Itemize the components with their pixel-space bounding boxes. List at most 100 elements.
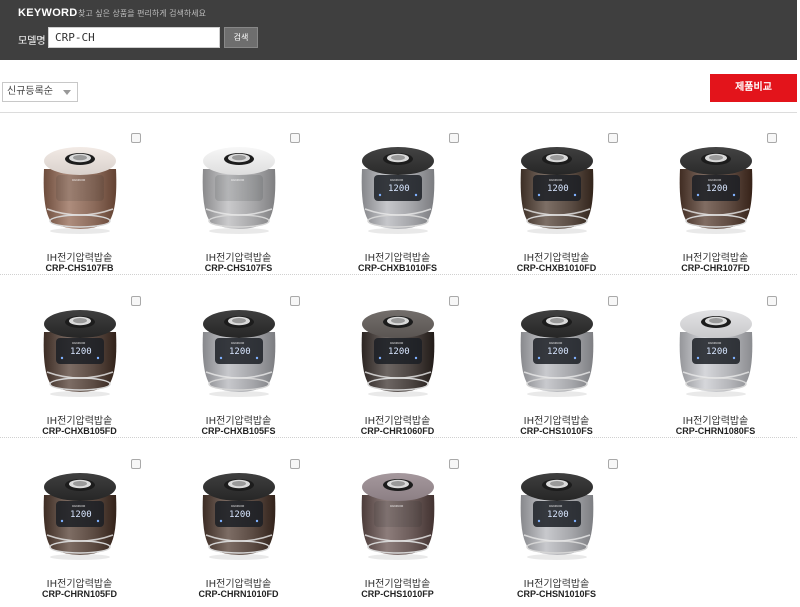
row-divider bbox=[0, 437, 797, 438]
product-card[interactable]: 1200 CUCKOO IH전기압력밥솥 CRP-CHR1060FD bbox=[318, 276, 477, 438]
product-card[interactable]: 1200 CUCKOO IH전기압력밥솥 CRP-CHXB105FD bbox=[0, 276, 159, 438]
svg-text:1200: 1200 bbox=[547, 184, 569, 194]
product-category[interactable]: IH전기압력밥솥 bbox=[0, 412, 159, 427]
model-search-input[interactable] bbox=[48, 27, 220, 48]
rice-cooker-image[interactable]: 1200 CUCKOO bbox=[36, 302, 124, 398]
svg-text:CUCKOO: CUCKOO bbox=[231, 341, 245, 345]
rice-cooker-image[interactable]: 1200 CUCKOO bbox=[195, 302, 283, 398]
product-category[interactable]: IH전기압력밥솥 bbox=[318, 249, 477, 264]
rice-cooker-image[interactable]: 1200 CUCKOO bbox=[195, 465, 283, 561]
svg-text:1200: 1200 bbox=[229, 510, 251, 520]
svg-text:1200: 1200 bbox=[547, 347, 569, 357]
rice-cooker-image[interactable]: 1200 CUCKOO bbox=[354, 139, 442, 235]
compare-checkbox[interactable] bbox=[608, 459, 618, 469]
rice-cooker-image[interactable]: 1200 CUCKOO bbox=[36, 465, 124, 561]
product-card[interactable]: 1200 CUCKOO IH전기압력밥솥 CRP-CHS1010FS bbox=[477, 276, 636, 438]
compare-checkbox[interactable] bbox=[449, 459, 459, 469]
svg-text:CUCKOO: CUCKOO bbox=[390, 504, 404, 508]
product-category[interactable]: IH전기압력밥솥 bbox=[318, 575, 477, 590]
compare-checkbox[interactable] bbox=[449, 296, 459, 306]
product-category[interactable]: IH전기압력밥솥 bbox=[318, 412, 477, 427]
search-panel: KEYWORD 찾고 싶은 상품을 편리하게 검색하세요 모델명 검색 bbox=[0, 0, 797, 60]
rice-cooker-image[interactable]: 1200 CUCKOO bbox=[513, 139, 601, 235]
product-model[interactable]: CRP-CHXB105FD bbox=[0, 426, 159, 436]
svg-text:CUCKOO: CUCKOO bbox=[708, 178, 722, 182]
rice-cooker-image[interactable]: 1200 CUCKOO bbox=[195, 139, 283, 235]
compare-products-button[interactable]: 제품비교 bbox=[710, 74, 797, 102]
svg-text:CUCKOO: CUCKOO bbox=[72, 504, 86, 508]
product-model[interactable]: CRP-CHXB105FS bbox=[159, 426, 318, 436]
product-category[interactable]: IH전기압력밥솥 bbox=[0, 575, 159, 590]
compare-checkbox[interactable] bbox=[290, 296, 300, 306]
product-model[interactable]: CRP-CHXB1010FD bbox=[477, 263, 636, 273]
search-button[interactable]: 검색 bbox=[224, 27, 258, 48]
compare-checkbox[interactable] bbox=[608, 296, 618, 306]
compare-checkbox[interactable] bbox=[290, 459, 300, 469]
product-category[interactable]: IH전기압력밥솥 bbox=[159, 575, 318, 590]
compare-checkbox[interactable] bbox=[767, 133, 777, 143]
rice-cooker-image[interactable]: 1200 CUCKOO bbox=[672, 139, 760, 235]
svg-text:CUCKOO: CUCKOO bbox=[549, 341, 563, 345]
product-card[interactable]: 1200 CUCKOO IH전기압력밥솥 CRP-CHXB105FS bbox=[159, 276, 318, 438]
rice-cooker-image[interactable]: 1200 CUCKOO bbox=[354, 465, 442, 561]
rice-cooker-image[interactable]: 1200 CUCKOO bbox=[513, 302, 601, 398]
compare-checkbox[interactable] bbox=[290, 133, 300, 143]
product-model[interactable]: CRP-CHRN1080FS bbox=[636, 426, 795, 436]
product-model[interactable]: CRP-CHS1010FS bbox=[477, 426, 636, 436]
model-name-label: 모델명 bbox=[18, 36, 46, 47]
svg-text:1200: 1200 bbox=[706, 347, 728, 357]
product-category[interactable]: IH전기압력밥솥 bbox=[636, 249, 795, 264]
compare-checkbox[interactable] bbox=[131, 133, 141, 143]
svg-text:1200: 1200 bbox=[70, 347, 92, 357]
product-card[interactable]: 1200 CUCKOO IH전기압력밥솥 CRP-CHSN1010FS bbox=[477, 439, 636, 601]
product-card[interactable]: 1200 CUCKOO IH전기압력밥솥 CRP-CHRN105FD bbox=[0, 439, 159, 601]
svg-text:CUCKOO: CUCKOO bbox=[72, 178, 86, 182]
product-category[interactable]: IH전기압력밥솥 bbox=[159, 249, 318, 264]
product-card[interactable]: 1200 CUCKOO IH전기압력밥솥 CRP-CHXB1010FD bbox=[477, 113, 636, 275]
product-card[interactable]: 1200 CUCKOO IH전기압력밥솥 CRP-CHS107FB bbox=[0, 113, 159, 275]
product-model[interactable]: CRP-CHXB1010FS bbox=[318, 263, 477, 273]
product-category[interactable]: IH전기압력밥솥 bbox=[0, 249, 159, 264]
rice-cooker-image[interactable]: 1200 CUCKOO bbox=[513, 465, 601, 561]
product-model[interactable]: CRP-CHS107FS bbox=[159, 263, 318, 273]
compare-checkbox[interactable] bbox=[131, 459, 141, 469]
svg-text:CUCKOO: CUCKOO bbox=[549, 504, 563, 508]
svg-text:1200: 1200 bbox=[706, 184, 728, 194]
product-card[interactable]: 1200 CUCKOO IH전기압력밥솥 CRP-CHS107FS bbox=[159, 113, 318, 275]
compare-checkbox[interactable] bbox=[449, 133, 459, 143]
product-model[interactable]: CRP-CHR1060FD bbox=[318, 426, 477, 436]
svg-text:CUCKOO: CUCKOO bbox=[549, 178, 563, 182]
row-divider bbox=[0, 274, 797, 275]
svg-text:CUCKOO: CUCKOO bbox=[390, 178, 404, 182]
product-card[interactable]: 1200 CUCKOO IH전기압력밥솥 CRP-CHR107FD bbox=[636, 113, 795, 275]
product-card[interactable]: 1200 CUCKOO IH전기압력밥솥 CRP-CHRN1080FS bbox=[636, 276, 795, 438]
product-category[interactable]: IH전기압력밥솥 bbox=[477, 249, 636, 264]
product-card[interactable]: 1200 CUCKOO IH전기압력밥솥 CRP-CHRN1010FD bbox=[159, 439, 318, 601]
product-card[interactable]: 1200 CUCKOO IH전기압력밥솥 CRP-CHS1010FP bbox=[318, 439, 477, 601]
product-category[interactable]: IH전기압력밥솥 bbox=[477, 412, 636, 427]
product-card[interactable]: 1200 CUCKOO IH전기압력밥솥 CRP-CHXB1010FS bbox=[318, 113, 477, 275]
product-model[interactable]: CRP-CHRN1010FD bbox=[159, 589, 318, 599]
compare-checkbox[interactable] bbox=[767, 296, 777, 306]
product-category[interactable]: IH전기압력밥솥 bbox=[159, 412, 318, 427]
sort-order-select[interactable]: 신규등록순 bbox=[2, 82, 78, 102]
product-model[interactable]: CRP-CHSN1010FS bbox=[477, 589, 636, 599]
rice-cooker-image[interactable]: 1200 CUCKOO bbox=[672, 302, 760, 398]
svg-text:1200: 1200 bbox=[70, 510, 92, 520]
svg-text:1200: 1200 bbox=[388, 184, 410, 194]
svg-text:CUCKOO: CUCKOO bbox=[390, 341, 404, 345]
keyword-title: KEYWORD bbox=[18, 7, 78, 19]
svg-text:CUCKOO: CUCKOO bbox=[72, 341, 86, 345]
product-category[interactable]: IH전기압력밥솥 bbox=[477, 575, 636, 590]
svg-text:1200: 1200 bbox=[229, 347, 251, 357]
rice-cooker-image[interactable]: 1200 CUCKOO bbox=[36, 139, 124, 235]
product-model[interactable]: CRP-CHS107FB bbox=[0, 263, 159, 273]
compare-checkbox[interactable] bbox=[131, 296, 141, 306]
product-model[interactable]: CRP-CHRN105FD bbox=[0, 589, 159, 599]
product-model[interactable]: CRP-CHS1010FP bbox=[318, 589, 477, 599]
rice-cooker-image[interactable]: 1200 CUCKOO bbox=[354, 302, 442, 398]
product-model[interactable]: CRP-CHR107FD bbox=[636, 263, 795, 273]
product-category[interactable]: IH전기압력밥솥 bbox=[636, 412, 795, 427]
svg-text:1200: 1200 bbox=[547, 510, 569, 520]
compare-checkbox[interactable] bbox=[608, 133, 618, 143]
